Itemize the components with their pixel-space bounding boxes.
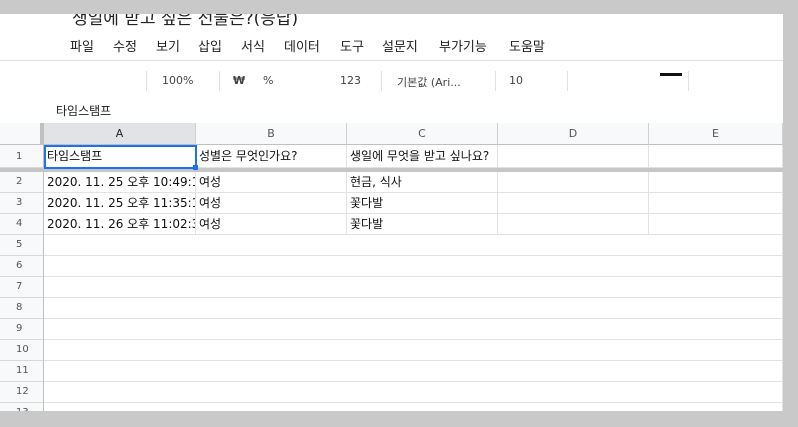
row-header-12[interactable]: 12 xyxy=(0,382,44,403)
formula-input[interactable]: 타임스탬프 xyxy=(56,102,111,119)
column-header-b[interactable]: B xyxy=(196,123,347,145)
cell-e4[interactable] xyxy=(649,214,783,235)
column-header-e[interactable]: E xyxy=(649,123,783,145)
cell-e2[interactable] xyxy=(649,172,783,193)
toolbar-divider xyxy=(495,71,496,91)
cell-a1[interactable]: 타임스탬프 xyxy=(44,145,196,168)
empty-row[interactable] xyxy=(44,235,783,256)
column-header-d[interactable]: D xyxy=(498,123,649,145)
cell-c3[interactable]: 꽃다발 xyxy=(347,193,498,214)
select-all-corner[interactable] xyxy=(0,123,44,145)
menu-view[interactable]: 보기 xyxy=(156,36,180,55)
empty-row[interactable] xyxy=(44,277,783,298)
row-header-7[interactable]: 7 xyxy=(0,277,44,298)
formula-bar[interactable]: 타임스탬프 xyxy=(0,100,783,124)
menu-addons[interactable]: 부가기능 xyxy=(439,36,487,55)
cell-b2[interactable]: 여성 xyxy=(196,172,347,193)
row-header-5[interactable]: 5 xyxy=(0,235,44,256)
cell-e1[interactable] xyxy=(649,145,783,168)
menu-tools[interactable]: 도구 xyxy=(340,36,364,55)
row-header-9[interactable]: 9 xyxy=(0,319,44,340)
number-format-button[interactable]: 123 xyxy=(340,74,361,87)
empty-row[interactable] xyxy=(44,340,783,361)
row-header-10[interactable]: 10 xyxy=(0,340,44,361)
empty-row[interactable] xyxy=(44,298,783,319)
document-title[interactable]: 생일에 받고 싶은 선물은?(응답) xyxy=(72,14,298,29)
cell-c1[interactable]: 생일에 무엇을 받고 싶나요? xyxy=(347,145,498,168)
row-header-3[interactable]: 3 xyxy=(0,193,44,214)
cell-a2[interactable]: 2020. 11. 25 오후 10:49:1 xyxy=(44,172,196,193)
empty-row[interactable] xyxy=(44,361,783,382)
menu-help[interactable]: 도움말 xyxy=(509,36,545,55)
toolbar-mark xyxy=(660,73,682,76)
cell-d4[interactable] xyxy=(498,214,649,235)
cell-b3[interactable]: 여성 xyxy=(196,193,347,214)
menu-format[interactable]: 서식 xyxy=(241,36,265,55)
toolbar-divider xyxy=(688,71,689,91)
row-header-13[interactable]: 13 xyxy=(0,403,44,411)
menu-forms[interactable]: 설문지 xyxy=(382,36,418,55)
cell-a4[interactable]: 2020. 11. 26 오후 11:02:3 xyxy=(44,214,196,235)
cell-b1[interactable]: 성별은 무엇인가요? xyxy=(196,145,347,168)
row-header-8[interactable]: 8 xyxy=(0,298,44,319)
currency-format-button[interactable]: ₩ xyxy=(233,74,245,87)
column-header-c[interactable]: C xyxy=(347,123,498,145)
toolbar: 100% ₩ % 123 기본값 (Ari... 10 xyxy=(0,60,783,102)
percent-format-button[interactable]: % xyxy=(263,74,273,87)
cell-c4[interactable]: 꽃다발 xyxy=(347,214,498,235)
cell-d1[interactable] xyxy=(498,145,649,168)
row-header-2[interactable]: 2 xyxy=(0,172,44,193)
column-header-a[interactable]: A xyxy=(44,123,196,145)
cell-a3[interactable]: 2020. 11. 25 오후 11:35:1 xyxy=(44,193,196,214)
menu-edit[interactable]: 수정 xyxy=(113,36,137,55)
row-header-11[interactable]: 11 xyxy=(0,361,44,382)
menu-insert[interactable]: 삽입 xyxy=(198,36,222,55)
font-size-select[interactable]: 10 xyxy=(509,74,523,87)
menu-data[interactable]: 데이터 xyxy=(284,36,320,55)
cell-d2[interactable] xyxy=(498,172,649,193)
empty-row[interactable] xyxy=(44,403,783,411)
empty-row[interactable] xyxy=(44,256,783,277)
toolbar-divider xyxy=(146,71,147,91)
empty-row[interactable] xyxy=(44,319,783,340)
cell-c2[interactable]: 현금, 식사 xyxy=(347,172,498,193)
cell-d3[interactable] xyxy=(498,193,649,214)
menu-file[interactable]: 파일 xyxy=(70,36,94,55)
row-header-1[interactable]: 1 xyxy=(0,145,44,168)
row-header-6[interactable]: 6 xyxy=(0,256,44,277)
toolbar-divider xyxy=(219,71,220,91)
toolbar-divider xyxy=(567,71,568,91)
font-select[interactable]: 기본값 (Ari... xyxy=(397,74,461,90)
row-header-4[interactable]: 4 xyxy=(0,214,44,235)
cell-e3[interactable] xyxy=(649,193,783,214)
zoom-select[interactable]: 100% xyxy=(162,74,193,87)
empty-row[interactable] xyxy=(44,382,783,403)
toolbar-divider xyxy=(381,71,382,91)
cell-b4[interactable]: 여성 xyxy=(196,214,347,235)
